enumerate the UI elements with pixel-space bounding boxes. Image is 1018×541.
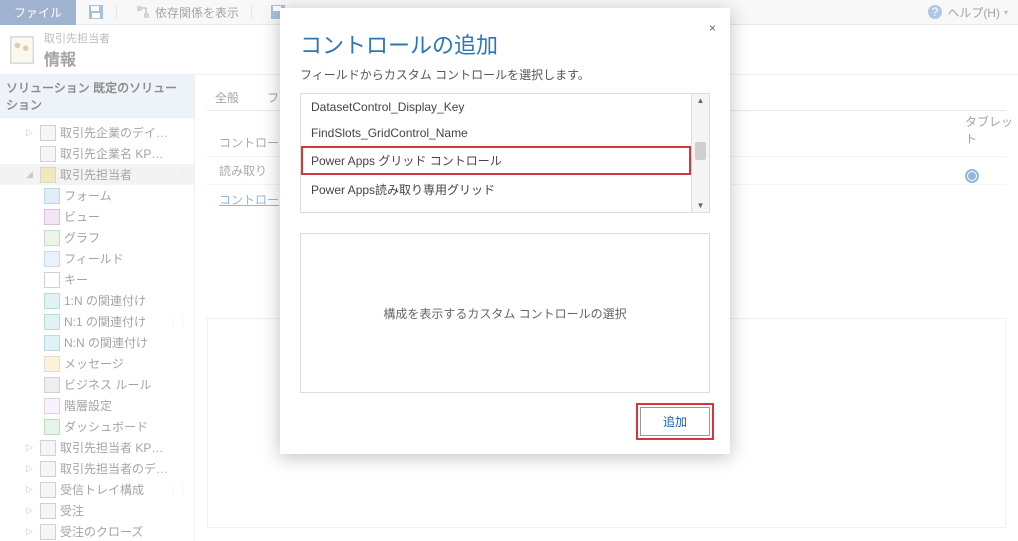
list-item[interactable]: Power Apps読み取り専用グリッド <box>301 175 691 204</box>
add-button[interactable]: 追加 <box>640 407 710 436</box>
listbox-scrollbar[interactable]: ▲ ▼ <box>691 94 709 212</box>
scroll-up-icon: ▲ <box>692 96 709 105</box>
add-control-modal: × コントロールの追加 フィールドからカスタム コントロールを選択します。 Da… <box>280 8 730 454</box>
modal-title: コントロールの追加 <box>300 28 710 60</box>
control-preview: 構成を表示するカスタム コントロールの選択 <box>300 233 710 393</box>
close-button[interactable]: × <box>701 14 724 39</box>
scroll-thumb[interactable] <box>695 142 706 160</box>
scroll-down-icon: ▼ <box>692 201 709 210</box>
modal-subtitle: フィールドからカスタム コントロールを選択します。 <box>300 66 710 83</box>
close-icon: × <box>709 21 716 35</box>
preview-message: 構成を表示するカスタム コントロールの選択 <box>383 305 626 322</box>
control-listbox: DatasetControl_Display_Key FindSlots_Gri… <box>300 93 710 213</box>
list-item[interactable]: FindSlots_GridControl_Name <box>301 120 691 146</box>
list-item[interactable]: DatasetControl_Display_Key <box>301 94 691 120</box>
list-item-highlighted[interactable]: Power Apps グリッド コントロール <box>301 146 691 175</box>
